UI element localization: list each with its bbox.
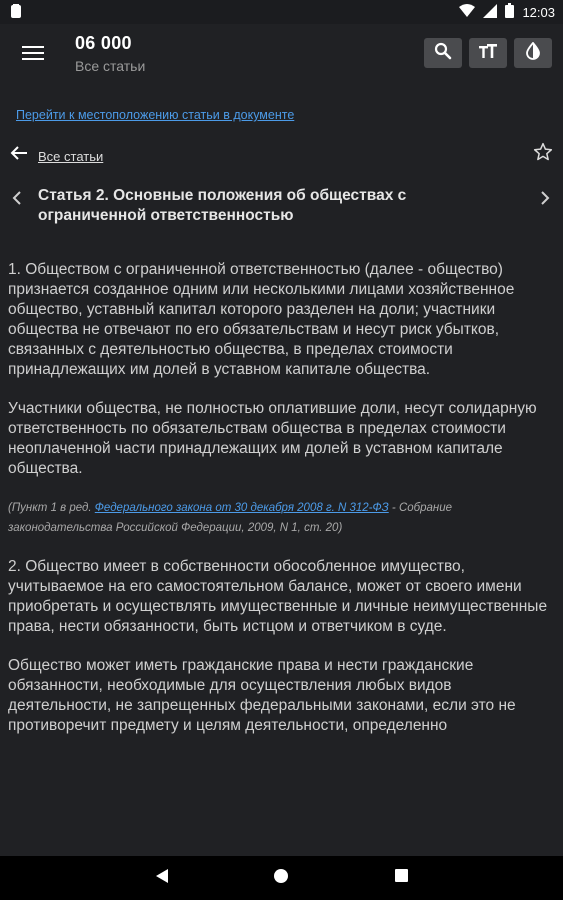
article-content: Перейти к местоположению статьи в докуме… [0, 84, 563, 856]
next-article-chevron-icon[interactable] [540, 189, 550, 210]
back-label: Все статьи [38, 148, 104, 164]
amendment-note: (Пункт 1 в ред. Федерального закона от 3… [8, 498, 553, 538]
signal-icon [483, 3, 498, 21]
goto-location-link[interactable]: Перейти к местоположению статьи в докуме… [16, 108, 294, 122]
article-body: 1. Обществом с ограниченной ответственно… [8, 260, 553, 755]
theme-button[interactable] [514, 38, 552, 68]
notification-icon [10, 4, 22, 22]
app-subtitle: Все статьи [75, 58, 146, 74]
home-circle-icon[interactable] [273, 868, 289, 889]
wifi-icon [459, 3, 476, 21]
paragraph: 1. Обществом с ограниченной ответственно… [8, 261, 515, 378]
back-to-all-articles[interactable]: Все статьи [10, 144, 103, 168]
arrow-left-icon [10, 145, 34, 167]
menu-icon[interactable] [20, 42, 46, 64]
prev-article-chevron-icon[interactable] [12, 189, 22, 210]
back-triangle-icon[interactable] [155, 868, 169, 889]
clock: 12:03 [522, 4, 555, 20]
system-nav-bar [0, 856, 563, 900]
app-title: 06 000 [75, 33, 132, 53]
article-title: Статья 2. Основные положения об общества… [38, 187, 407, 224]
battery-icon [505, 3, 515, 21]
text-size-icon [478, 43, 498, 64]
federal-law-link[interactable]: Федерального закона от 30 декабря 2008 г… [95, 502, 389, 514]
text-size-button[interactable] [469, 38, 507, 68]
status-bar: 12:03 [0, 0, 563, 24]
paragraph: Участники общества, не полностью оплатив… [8, 400, 537, 477]
note-prefix: (Пункт 1 в ред. [8, 502, 95, 514]
contrast-icon [525, 41, 541, 65]
search-button[interactable] [424, 38, 462, 68]
star-icon[interactable] [533, 142, 553, 168]
search-icon [434, 42, 452, 65]
app-bar: 06 000 Все статьи [0, 24, 563, 84]
recents-square-icon[interactable] [394, 868, 409, 888]
paragraph: 2. Общество имеет в собственности обособ… [8, 558, 548, 635]
paragraph: Общество может иметь гражданские права и… [8, 657, 516, 734]
